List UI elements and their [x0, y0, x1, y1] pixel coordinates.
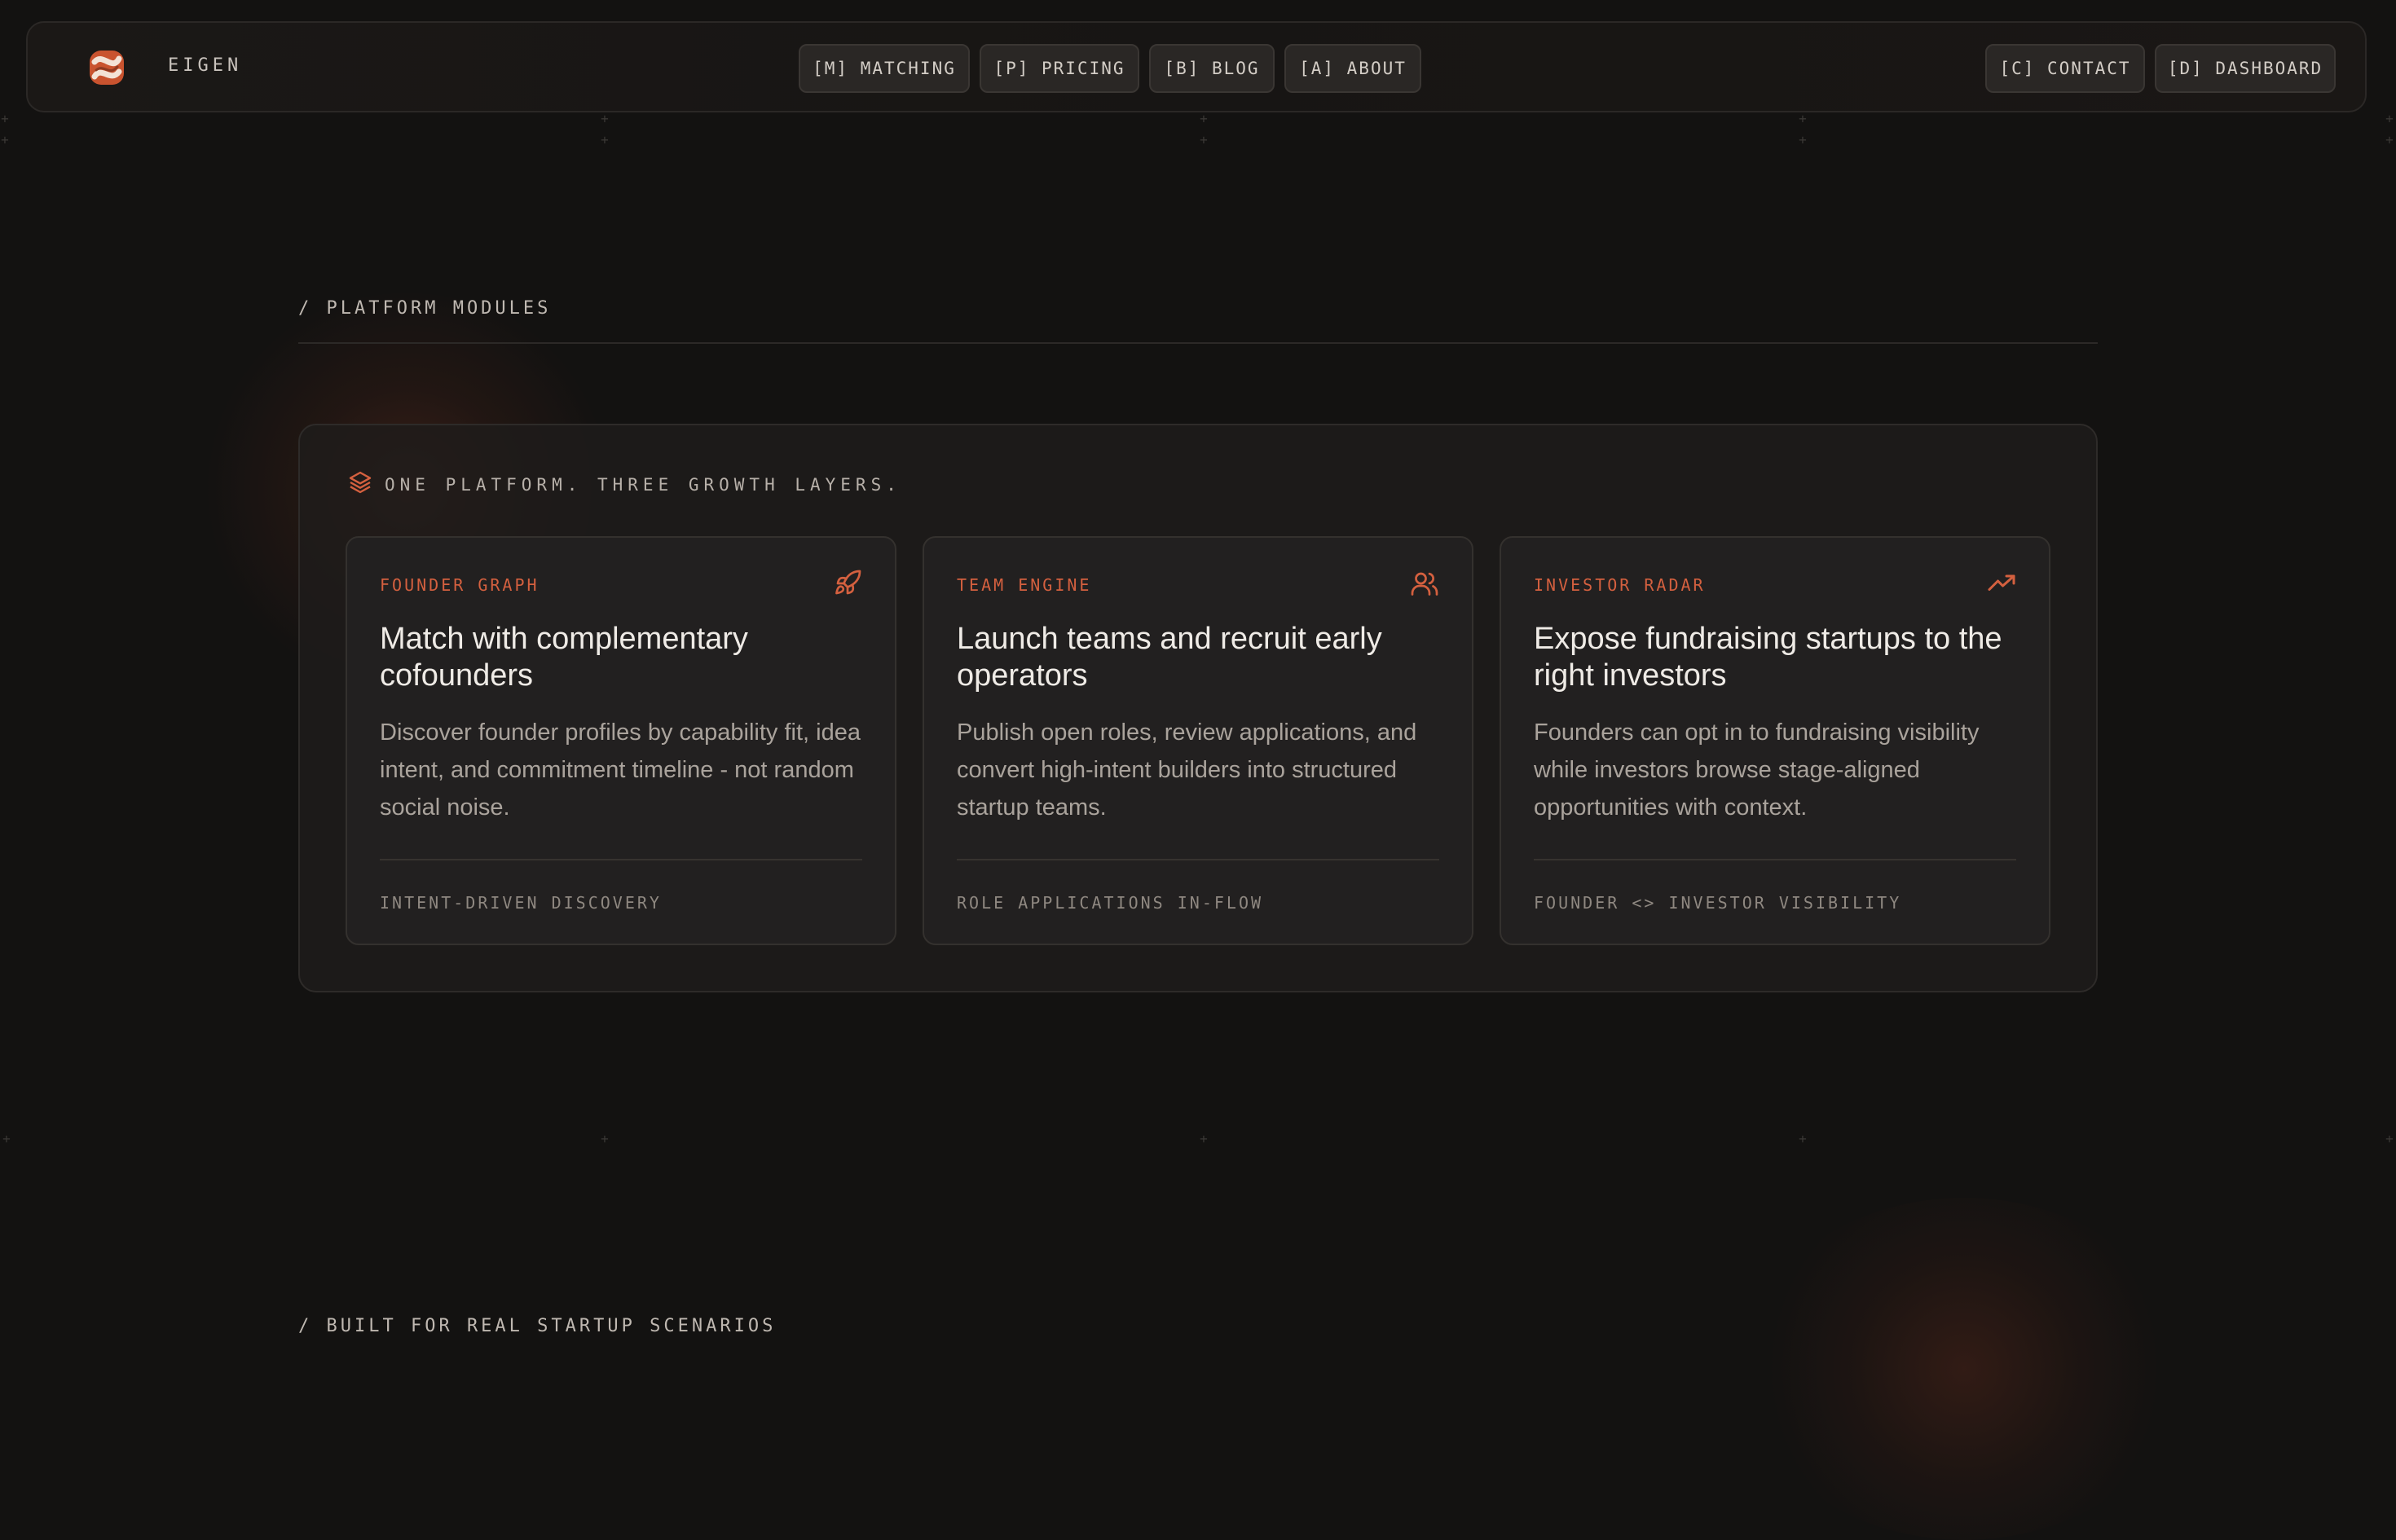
- panel-header: ONE PLATFORM. THREE GROWTH LAYERS.: [347, 469, 901, 499]
- nav-link-pricing[interactable]: [P] PRICING: [980, 44, 1139, 93]
- card-description: Publish open roles, review applications,…: [957, 719, 1417, 821]
- card-title: Expose fundraising startups to the right…: [1534, 622, 2002, 693]
- card-divider: [1534, 859, 2016, 860]
- layers-icon: [347, 469, 373, 499]
- section-label-startup-scenarios: / BUILT FOR REAL STARTUP SCENARIOS: [298, 1316, 777, 1336]
- card-kicker: FOUNDER GRAPH: [380, 575, 540, 595]
- nav-link-matching[interactable]: [M] MATCHING: [799, 44, 970, 93]
- grid-plus-marker: +: [2, 1131, 11, 1146]
- module-card-founder-graph[interactable]: FOUNDER GRAPH Match with complementary c…: [346, 536, 896, 945]
- eigen-logo-icon[interactable]: [86, 47, 127, 88]
- module-card-investor-radar[interactable]: INVESTOR RADAR Expose fundraising startu…: [1500, 536, 2050, 945]
- grid-plus-marker: +: [1799, 1131, 1807, 1146]
- panel-heading: ONE PLATFORM. THREE GROWTH LAYERS.: [385, 474, 901, 495]
- trending-up-icon: [1987, 569, 2016, 598]
- grid-plus-marker: +: [601, 132, 609, 147]
- nav-link-about[interactable]: [A] ABOUT: [1284, 44, 1421, 93]
- card-footer-tag: ROLE APPLICATIONS IN-FLOW: [957, 893, 1264, 913]
- section-divider: [298, 342, 2098, 344]
- grid-plus-marker: +: [1799, 132, 1807, 147]
- contact-button[interactable]: [C] CONTACT: [1985, 44, 2145, 93]
- grid-plus-marker: +: [1799, 111, 1807, 126]
- card-description: Discover founder profiles by capability …: [380, 719, 861, 821]
- card-kicker: INVESTOR RADAR: [1534, 575, 1706, 595]
- grid-plus-marker: +: [2385, 132, 2394, 147]
- grid-plus-marker: +: [601, 1131, 609, 1146]
- grid-plus-marker: +: [601, 111, 609, 126]
- grid-plus-marker: +: [1, 132, 9, 147]
- grid-plus-marker: +: [1200, 1131, 1208, 1146]
- grid-plus-marker: +: [2385, 111, 2394, 126]
- grid-plus-marker: +: [1200, 111, 1208, 126]
- section-label-platform-modules: / PLATFORM MODULES: [298, 298, 552, 319]
- card-footer-tag: FOUNDER <> INVESTOR VISIBILITY: [1534, 893, 1902, 913]
- users-icon: [1410, 569, 1439, 598]
- dashboard-button[interactable]: [D] DASHBOARD: [2155, 44, 2336, 93]
- card-divider: [380, 859, 862, 860]
- rocket-icon: [833, 569, 862, 598]
- grid-plus-marker: +: [2385, 1131, 2394, 1146]
- platform-modules-panel: ONE PLATFORM. THREE GROWTH LAYERS. FOUND…: [298, 424, 2098, 992]
- card-description: Founders can opt in to fundraising visib…: [1534, 719, 1980, 821]
- card-title: Match with complementary cofounders: [380, 622, 748, 693]
- nav-link-blog[interactable]: [B] BLOG: [1149, 44, 1275, 93]
- card-footer-tag: INTENT-DRIVEN DISCOVERY: [380, 893, 662, 913]
- module-card-team-engine[interactable]: TEAM ENGINE Launch teams and recruit ear…: [923, 536, 1473, 945]
- brand-name[interactable]: EIGEN: [168, 55, 242, 76]
- card-kicker: TEAM ENGINE: [957, 575, 1092, 595]
- grid-plus-marker: +: [1200, 132, 1208, 147]
- card-divider: [957, 859, 1439, 860]
- grid-plus-marker: +: [1, 111, 9, 126]
- card-title: Launch teams and recruit early operators: [957, 622, 1382, 693]
- top-navigation-bar: EIGEN [M] MATCHING [P] PRICING [B] BLOG …: [26, 21, 2367, 112]
- background-glow-bottom-right: [1744, 1198, 2184, 1540]
